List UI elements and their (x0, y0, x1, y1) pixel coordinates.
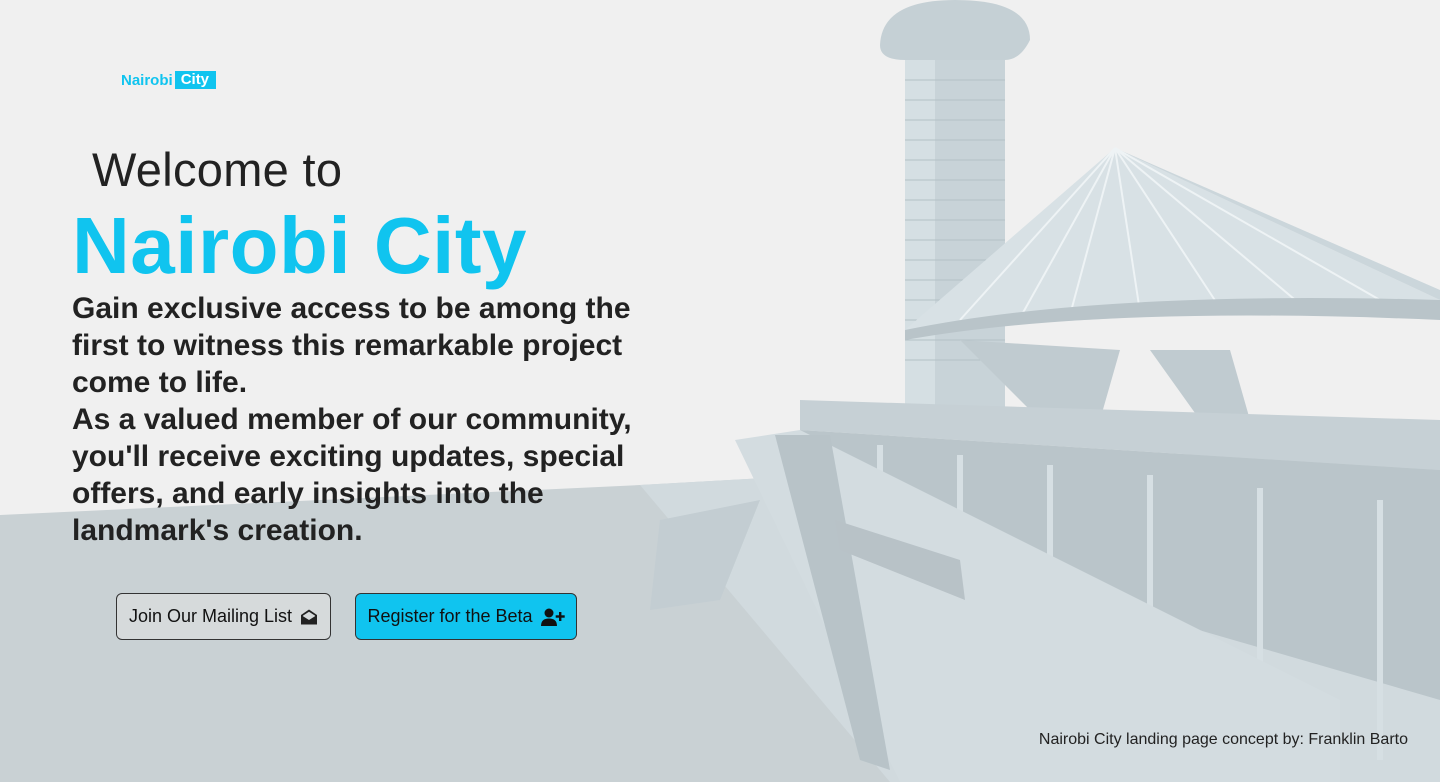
join-mailing-list-label: Join Our Mailing List (128, 606, 293, 626)
hero-title: Nairobi City (72, 201, 527, 290)
hero-paragraph-1: Gain exclusive access to be among the fi… (72, 292, 631, 399)
brand-logo-part1: Nairobi (121, 71, 173, 89)
brand-logo-part2: City (174, 71, 217, 89)
brand-logo[interactable]: Nairobi City (121, 71, 217, 89)
hero-paragraph-2: As a valued member of our community, you… (72, 403, 632, 547)
user-plus-icon (540, 607, 565, 627)
hero-welcome: Welcome to (92, 143, 343, 196)
register-beta-label: Register for the Beta (367, 606, 533, 626)
envelope-open-icon (300, 608, 318, 626)
credit-text: Nairobi City landing page concept by: Fr… (1038, 731, 1408, 748)
hero-description: Gain exclusive access to be among the fi… (72, 290, 672, 549)
register-beta-button[interactable]: Register for the Beta (355, 593, 577, 640)
join-mailing-list-button[interactable]: Join Our Mailing List (116, 593, 331, 640)
